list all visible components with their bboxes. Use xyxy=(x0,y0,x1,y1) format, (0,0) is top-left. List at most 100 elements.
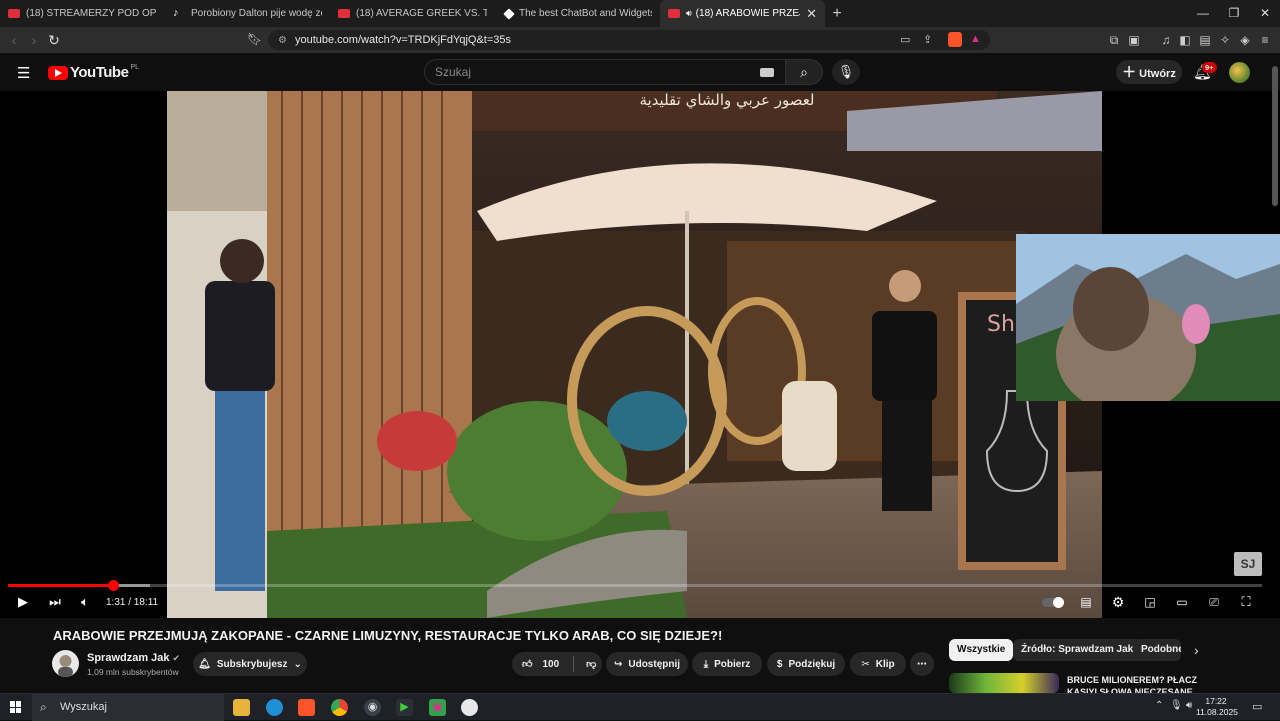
share-button[interactable]: ↪ Udostępnij xyxy=(606,652,688,676)
restore-icon[interactable]: ❐ xyxy=(1218,0,1250,27)
close-tab-icon[interactable]: ✕ xyxy=(806,6,817,22)
next-icon[interactable]: ⏭︎ xyxy=(46,593,64,611)
speaker-icon[interactable]: 🔊︎ xyxy=(1186,700,1192,711)
recommended-video-title[interactable]: BRUCE MILIONEREM? PŁACZ KASIYI SŁOWA NIE… xyxy=(1067,674,1197,693)
search-input[interactable]: Szukaj xyxy=(424,59,786,85)
verified-icon: ✔ xyxy=(172,653,181,663)
more-actions-button[interactable]: ⋯ xyxy=(910,652,934,676)
microphone-icon: 🎙︎ xyxy=(837,64,855,79)
autoplay-toggle[interactable] xyxy=(1042,597,1064,608)
notification-center-icon[interactable]: ▭ xyxy=(1252,700,1262,713)
taskbar-search-placeholder: Wyszukaj xyxy=(60,701,107,713)
video-player[interactable]: لعصور عربي والشاي تقليدية Sh SJ xyxy=(0,91,1280,618)
settings-gear-icon[interactable]: ⚙ xyxy=(1108,593,1128,611)
browser-tab[interactable]: The best ChatBot and Widgets for Ki xyxy=(495,0,660,27)
chrome-icon[interactable] xyxy=(331,699,348,716)
tray-chevron-icon[interactable]: ⌃ xyxy=(1155,700,1163,711)
subtitles-icon[interactable]: ▤ xyxy=(1076,593,1096,611)
notification-badge: 9+ xyxy=(1202,62,1217,73)
youtube-play-icon xyxy=(48,65,68,80)
tab-title: Porobiony Dalton pije wodę ze staw xyxy=(191,8,322,19)
channel-name[interactable]: Sprawdzam Jak ✔ xyxy=(87,652,180,664)
wallet-icon[interactable]: ▣ xyxy=(1126,32,1142,48)
youtube-logo[interactable]: YouTube PL xyxy=(48,64,139,81)
browser-tab[interactable]: ♪ Porobiony Dalton pije wodę ze staw xyxy=(165,0,330,27)
windows-start-icon[interactable] xyxy=(10,701,22,713)
download-label: Pobierz xyxy=(714,658,751,670)
file-explorer-icon[interactable] xyxy=(233,699,250,716)
channel-watermark[interactable]: SJ xyxy=(1234,552,1262,576)
forward-icon[interactable]: › xyxy=(24,32,44,48)
page-scrollbar[interactable] xyxy=(1272,66,1278,686)
menu-icon[interactable]: ≡ xyxy=(1257,32,1273,48)
wallet-icon[interactable]: ▤ xyxy=(1197,32,1213,48)
channel-avatar[interactable] xyxy=(52,650,79,677)
chevron-right-icon[interactable]: › xyxy=(1194,642,1199,658)
clip-button[interactable]: ✂ Klip xyxy=(850,652,906,676)
subscriber-count: 1,09 mln subskrybentów xyxy=(87,667,179,677)
share-icon[interactable]: ⇪ xyxy=(923,33,932,46)
chevron-down-icon: ⌄ xyxy=(293,658,302,670)
chip-source[interactable]: Źródło: Sprawdzam Jak xyxy=(1013,639,1142,661)
edge-icon[interactable] xyxy=(266,699,283,716)
browser-tab[interactable]: (18) STREAMERZY POD OPRESJĄ SYS xyxy=(0,0,165,27)
microphone-icon[interactable]: 🎙︎ xyxy=(1170,700,1183,711)
back-icon[interactable]: ‹ xyxy=(4,32,24,48)
board-text: Sh xyxy=(987,312,1015,337)
address-bar[interactable]: ⚙ youtube.com/watch?v=TRDKjFdYqjQ&t=35s … xyxy=(268,30,990,50)
cast-icon[interactable]: ▭ xyxy=(900,33,910,46)
youtube-icon xyxy=(8,9,20,18)
browser-tab-active[interactable]: 🔊︎ (18) ARABOWIE PRZEJMUJĄ Z ✕ xyxy=(660,0,825,27)
download-button[interactable]: ⤓ Pobierz xyxy=(692,652,762,676)
chip-all[interactable]: Wszystkie xyxy=(949,639,1014,661)
obs-icon[interactable]: ◉ xyxy=(364,699,381,716)
play-icon[interactable]: ▶ xyxy=(14,593,32,611)
chip-related[interactable]: Podobne xyxy=(1133,639,1181,661)
like-count[interactable]: 100 xyxy=(542,659,559,670)
chatbot-icon xyxy=(503,7,515,20)
thanks-button[interactable]: $ Podziękuj xyxy=(767,652,845,676)
vpn-icon[interactable]: ◈ xyxy=(1237,32,1253,48)
close-window-icon[interactable]: ✕ xyxy=(1249,0,1280,27)
taskbar-search[interactable]: ⌕ Wyszukaj xyxy=(32,694,224,721)
progress-bar[interactable] xyxy=(8,580,1262,591)
new-tab-button[interactable]: + xyxy=(825,5,849,23)
app-icon[interactable] xyxy=(461,699,478,716)
thumbs-up-icon[interactable]: 👍︎ xyxy=(522,658,532,670)
voice-search-button[interactable]: 🎙︎ xyxy=(832,59,860,85)
webcam-overlay xyxy=(1016,234,1280,401)
windows-taskbar: ⌕ Wyszukaj ◉ ▶ ▣ ⌃ 🎙︎ 🔊︎ 17:22 11.08.202… xyxy=(0,693,1280,721)
volume-icon[interactable]: 🔈︎ xyxy=(76,593,94,611)
hamburger-menu-icon[interactable]: ☰ xyxy=(17,64,30,82)
subscribe-button[interactable]: 🔔︎ Subskrybujesz ⌄ xyxy=(193,652,307,676)
tab-title: (18) ARABOWIE PRZEJMUJĄ Z xyxy=(695,8,800,19)
create-button[interactable]: ＋ Utwórz xyxy=(1116,60,1182,84)
music-icon[interactable]: ♫ xyxy=(1158,32,1174,48)
streaming-app-icon[interactable]: ▶ xyxy=(396,699,413,716)
like-dislike-group: 👍︎ 100 👎︎ xyxy=(512,652,602,676)
user-avatar[interactable] xyxy=(1229,62,1250,83)
cast-icon[interactable]: ⎚ xyxy=(1204,593,1224,611)
brave-rewards-icon[interactable]: ▲ xyxy=(970,33,981,45)
keyboard-icon[interactable] xyxy=(760,68,774,77)
brave-shields-icon[interactable] xyxy=(948,32,962,47)
taskbar-clock[interactable]: 17:22 11.08.2025 xyxy=(1196,696,1238,718)
theater-mode-icon[interactable]: ▭ xyxy=(1172,593,1192,611)
leo-ai-icon[interactable]: ✧ xyxy=(1217,32,1233,48)
media-app-icon[interactable]: ▣ xyxy=(429,699,446,716)
thumbs-down-icon[interactable]: 👎︎ xyxy=(586,658,596,670)
site-settings-icon[interactable]: ⚙ xyxy=(278,35,287,46)
brave-icon[interactable] xyxy=(298,699,315,716)
search-button[interactable]: ⌕ xyxy=(785,59,823,85)
sidebar-icon[interactable]: ◧ xyxy=(1177,32,1193,48)
bookmark-icon[interactable]: 🔖︎ xyxy=(247,32,262,46)
fullscreen-icon[interactable]: ⛶ xyxy=(1236,593,1256,611)
recommended-thumbnail[interactable] xyxy=(949,673,1059,693)
share-label: Udostępnij xyxy=(628,658,681,670)
extensions-icon[interactable]: ⧉ xyxy=(1106,32,1122,48)
reload-icon[interactable]: ↻ xyxy=(44,32,64,49)
minimize-icon[interactable]: — xyxy=(1187,0,1219,27)
miniplayer-icon[interactable]: ◲ xyxy=(1140,593,1160,611)
browser-tab[interactable]: (18) AVERAGE GREEK VS. TURK DEBA xyxy=(330,0,495,27)
tab-title: The best ChatBot and Widgets for Ki xyxy=(519,8,652,19)
